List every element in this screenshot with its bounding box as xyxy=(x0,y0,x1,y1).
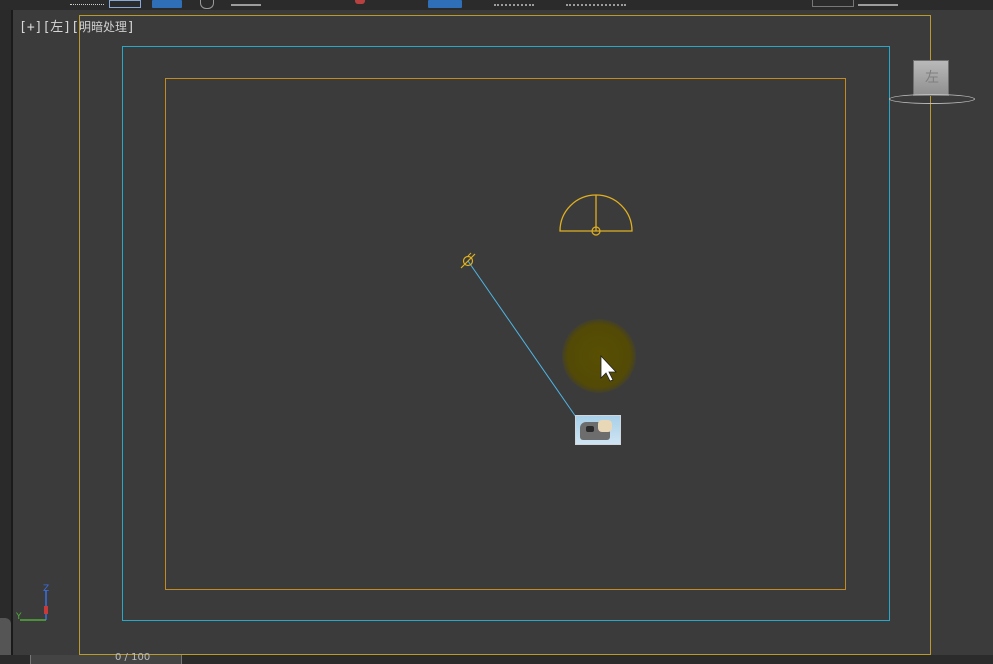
left-viewport[interactable]: [+][左][明暗处理] 左 Z Y xyxy=(13,10,993,655)
toolbar-button[interactable] xyxy=(858,0,898,6)
toolbar-button[interactable] xyxy=(494,0,534,6)
select-region-icon[interactable] xyxy=(70,0,104,5)
thumbnail-figure-detail xyxy=(586,426,594,432)
time-slider[interactable]: 0 / 100 xyxy=(30,652,182,664)
image-plane-thumbnail[interactable] xyxy=(575,415,621,445)
scene-objects xyxy=(460,194,633,418)
rotate-icon[interactable] xyxy=(200,0,214,9)
left-panel-edge xyxy=(0,10,13,664)
time-slider-frame: 0 / 100 xyxy=(115,652,151,663)
render-icon[interactable] xyxy=(355,0,365,4)
target-light-icon[interactable] xyxy=(460,252,476,269)
thumbnail-figure-head xyxy=(598,420,612,432)
timeline-bar: 0 / 100 xyxy=(0,652,993,664)
cursor-icon xyxy=(600,354,617,382)
hemisphere-light-icon[interactable] xyxy=(559,194,633,236)
select-move-icon[interactable] xyxy=(152,0,182,8)
axis-y-label: Y xyxy=(16,612,22,622)
scale-icon[interactable] xyxy=(231,0,261,6)
axis-z-label: Z xyxy=(43,584,49,594)
axis-gizmo-icon: Z Y xyxy=(16,584,49,622)
light-target-line xyxy=(467,260,577,418)
snap-icon[interactable] xyxy=(428,0,462,8)
toolbar-button[interactable] xyxy=(812,0,854,7)
toolbar-button[interactable] xyxy=(566,0,626,6)
window-crossing-icon[interactable] xyxy=(109,0,141,8)
